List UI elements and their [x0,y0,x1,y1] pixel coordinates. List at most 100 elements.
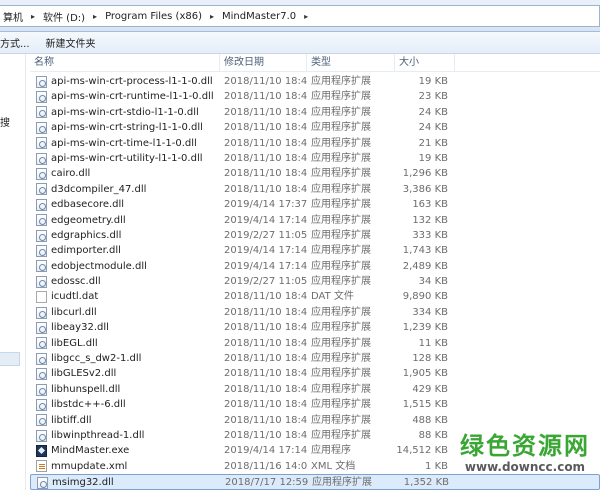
file-name-cell: edgraphics.dll [36,228,220,243]
breadcrumb-arrow-icon[interactable]: ▸ [88,6,102,26]
dll-file-icon [36,198,47,211]
file-name-cell: api-ms-win-crt-time-l1-1-0.dll [36,136,220,151]
file-row[interactable]: api-ms-win-crt-process-l1-1-0.dll 2018/11… [30,74,600,89]
file-type: XML 文档 [311,460,356,472]
file-date: 2019/4/14 17:14 [224,245,308,257]
file-size: 128 KB [412,353,448,365]
file-date: 2019/4/14 17:14 [224,445,308,457]
file-date: 2018/11/10 18:47 [224,429,308,441]
file-name: api-ms-win-crt-string-l1-1-0.dll [51,122,203,134]
dll-file-icon [36,383,47,396]
file-row[interactable]: api-ms-win-crt-time-l1-1-0.dll 2018/11/10… [30,136,600,151]
file-name: api-ms-win-crt-process-l1-1-0.dll [51,76,213,87]
file-size: 1,239 KB [402,322,448,334]
file-size: 1,515 KB [402,399,448,411]
breadcrumb-arrow-icon[interactable]: ▸ [205,6,219,26]
file-row[interactable]: libhunspell.dll 2018/11/10 18:47 应用程序扩展 429… [30,382,600,397]
breadcrumb-arrow-icon[interactable]: ▸ [299,6,313,26]
column-name[interactable]: 名称 [30,54,220,72]
breadcrumb[interactable]: 算机 ▸ 软件 (D:) ▸ Program Files (x86) ▸ MindMaste… [0,5,600,27]
file-name-cell: edbasecore.dll [36,197,220,212]
file-name: edbasecore.dll [51,199,125,211]
file-row[interactable]: libgcc_s_dw2-1.dll 2018/11/10 18:47 应用程序扩展… [30,351,600,366]
file-list[interactable]: 名称 修改日期 类型 大小 api-ms-win-crt-process-l1-… [30,54,600,490]
file-date: 2019/2/27 11:05 [224,276,308,288]
file-name: libEGL.dll [51,337,98,349]
file-row[interactable]: libcurl.dll 2018/11/10 18:47 应用程序扩展 334 KB [30,305,600,320]
file-name: mmupdate.xml [51,460,128,472]
dll-file-icon [36,306,47,319]
new-folder-button[interactable]: 新建文件夹 [38,35,104,50]
file-name: api-ms-win-crt-runtime-l1-1-0.dll [51,91,214,103]
file-row[interactable]: libGLESv2.dll 2018/11/10 18:47 应用程序扩展 1,905… [30,366,600,381]
file-row[interactable]: api-ms-win-crt-stdio-l1-1-0.dll 2018/11/1… [30,105,600,120]
file-size: 21 KB [418,137,448,149]
file-row[interactable]: api-ms-win-crt-string-l1-1-0.dll 2018/11/… [30,120,600,135]
address-bar: 算机 ▸ 软件 (D:) ▸ Program Files (x86) ▸ MindMaste… [0,0,600,32]
file-type: 应用程序扩展 [311,168,371,180]
breadcrumb-item[interactable]: 软件 (D:) ▸ [40,6,102,26]
dll-file-icon [36,321,47,334]
column-type[interactable]: 类型 [307,54,395,72]
file-name-cell: api-ms-win-crt-runtime-l1-1-0.dll [36,89,220,104]
file-row[interactable]: icudtl.dat 2018/11/10 18:47 DAT 文件 9,890 KB [30,289,600,304]
file-name-cell: api-ms-win-crt-string-l1-1-0.dll [36,120,220,135]
file-row[interactable]: edimporter.dll 2019/4/14 17:14 应用程序扩展 1,743… [30,243,600,258]
file-row[interactable]: libEGL.dll 2018/11/10 18:47 应用程序扩展 11 KB [30,336,600,351]
file-name-cell: libeay32.dll [36,320,220,335]
dll-file-icon [36,91,47,104]
file-row[interactable]: cairo.dll 2018/11/10 18:47 应用程序扩展 1,296 KB [30,166,600,181]
file-row[interactable]: msimg32.dll 2018/7/17 12:59 应用程序扩展 1,352 KB [30,474,600,490]
file-row[interactable]: libstdc++-6.dll 2018/11/10 18:47 应用程序扩展 1,5… [30,397,600,412]
file-row[interactable]: edbasecore.dll 2019/4/14 17:37 应用程序扩展 163 K… [30,197,600,212]
file-name-cell: api-ms-win-crt-stdio-l1-1-0.dll [36,105,220,120]
open-with-button[interactable]: 方式... [0,35,38,50]
dat-file-icon [36,291,47,304]
file-row[interactable]: edgeometry.dll 2019/4/14 17:14 应用程序扩展 132 K… [30,213,600,228]
file-row[interactable]: edossc.dll 2019/2/27 11:05 应用程序扩展 34 KB [30,274,600,289]
navigation-pane[interactable]: 搜 [0,54,26,490]
exe-file-icon [36,445,47,458]
breadcrumb-item[interactable]: MindMaster7.0 ▸ [219,6,313,26]
nav-item-fragment[interactable]: 搜 [0,114,10,129]
breadcrumb-item[interactable]: Program Files (x86) ▸ [102,6,219,26]
file-row[interactable]: edgraphics.dll 2019/2/27 11:05 应用程序扩展 333 K… [30,228,600,243]
file-date: 2018/11/10 18:47 [224,137,308,149]
file-row[interactable]: libeay32.dll 2018/11/10 18:47 应用程序扩展 1,239 … [30,320,600,335]
file-name: edobjectmodule.dll [51,260,147,272]
file-name-cell: libGLESv2.dll [36,366,220,381]
file-row[interactable]: libtiff.dll 2018/11/10 18:47 应用程序扩展 488 KB [30,413,600,428]
nav-selected-item[interactable] [0,352,20,366]
file-name: msimg32.dll [52,477,114,489]
file-name: libtiff.dll [51,414,92,426]
column-date[interactable]: 修改日期 [220,54,307,72]
file-type: 应用程序扩展 [311,214,371,226]
dll-file-icon [36,75,47,88]
column-size[interactable]: 大小 [395,54,455,72]
file-size: 23 KB [418,91,448,103]
breadcrumb-item[interactable]: 算机 ▸ [0,6,40,26]
file-type: 应用程序扩展 [311,229,371,241]
breadcrumb-arrow-icon[interactable]: ▸ [26,6,40,26]
file-row[interactable]: api-ms-win-crt-utility-l1-1-0.dll 2018/11… [30,151,600,166]
file-name: libcurl.dll [51,306,97,318]
file-name-cell: msimg32.dll [37,475,221,490]
file-row[interactable]: api-ms-win-crt-runtime-l1-1-0.dll 2018/11… [30,89,600,104]
breadcrumb-label: 软件 (D:) [43,12,86,24]
file-type: 应用程序扩展 [311,91,371,103]
file-size: 334 KB [412,306,448,318]
file-name-cell: edossc.dll [36,274,220,289]
file-name: libwinpthread-1.dll [51,429,145,441]
dll-file-icon [36,152,47,165]
file-name: edossc.dll [51,276,101,288]
file-date: 2018/11/10 18:47 [224,306,308,318]
file-size: 1,905 KB [402,368,448,380]
file-name: icudtl.dat [51,291,99,303]
file-row[interactable]: edobjectmodule.dll 2019/4/14 17:14 应用程序扩展 2… [30,259,600,274]
dll-file-icon [36,368,47,381]
dll-file-icon [36,137,47,150]
file-row[interactable]: d3dcompiler_47.dll 2018/11/10 18:47 应用程序扩展… [30,182,600,197]
file-date: 2018/11/10 18:47 [224,383,308,395]
file-name-cell: libcurl.dll [36,305,220,320]
file-type: 应用程序扩展 [311,199,371,211]
